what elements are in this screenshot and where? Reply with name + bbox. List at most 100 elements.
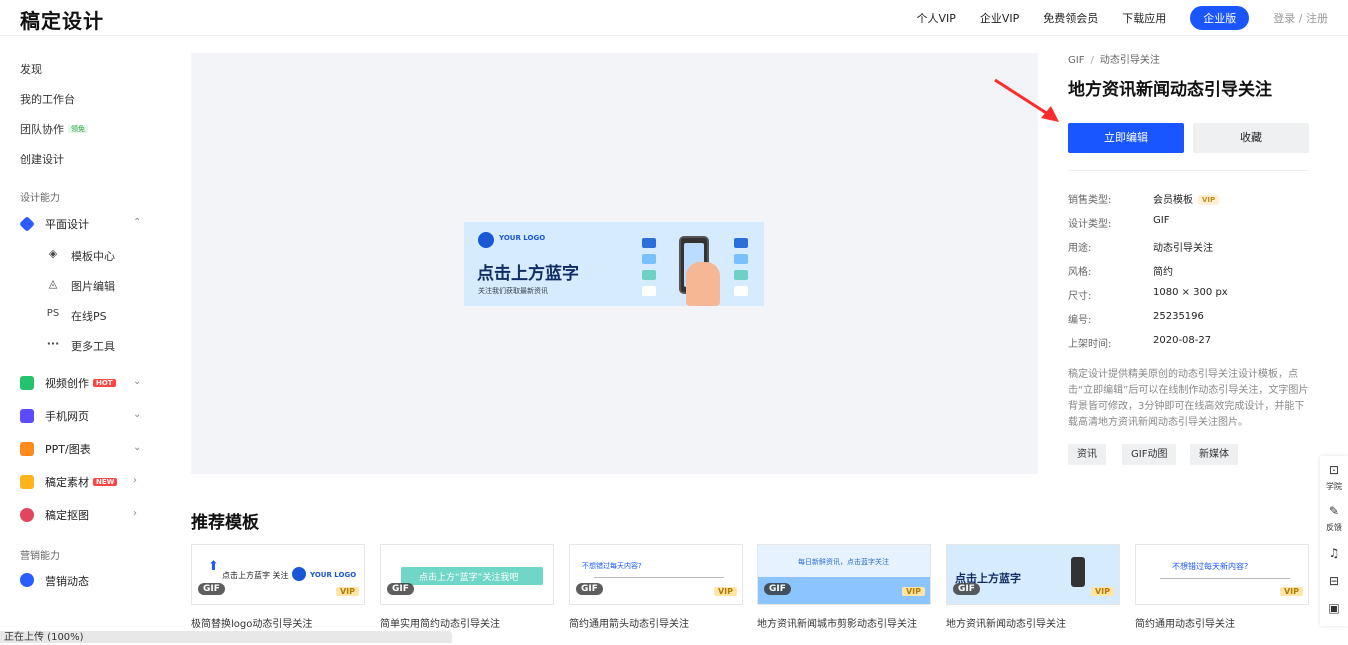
vip-badge: VIP [1198,195,1220,205]
template-card[interactable]: 不想错过每天新内容? VIP [1135,544,1309,605]
sidebar-sub-more-tools[interactable]: 更多工具 [71,338,115,354]
edit-icon[interactable]: ✎ [1320,504,1348,518]
card-caption[interactable]: 简约通用动态引导关注 [1135,615,1313,630]
template-card[interactable]: 点击上方“蓝字”关注我吧 GIF [380,544,554,605]
cloud-icon [734,286,748,296]
meta-value: 会员模板 VIP [1153,191,1220,206]
vip-badge: VIP [901,587,925,596]
meta-value: 简约 [1153,267,1173,278]
card-icon [642,270,656,280]
card-snippet: 点击上方蓝字 关注 [222,571,289,580]
chat-icon [642,254,656,264]
tag-gif[interactable]: GIF动图 [1122,444,1177,465]
banner-image: YOUR LOGO 点击上方蓝字 关注我们获取最新资讯 [464,222,764,306]
meta-value: GIF [1153,215,1170,226]
meta-key: 销售类型: [1068,195,1112,206]
card-snippet: 不想错过每天新内容? [1172,562,1249,571]
breadcrumb: GIF / 动态引导关注 [1068,55,1160,66]
banner-logo-text: YOUR LOGO [499,234,546,242]
nav-free-member[interactable]: 免费领会员 [1043,10,1098,26]
card-caption[interactable]: 简单实用简约动态引导关注 [380,615,558,630]
nav-enterprise-vip[interactable]: 企业VIP [980,10,1019,26]
gif-badge: GIF [764,583,791,595]
chevron-down-icon: ⌄ [133,442,142,453]
sidebar-sub-online-ps[interactable]: 在线PS [71,308,107,324]
card-caption[interactable]: 极简替换logo动态引导关注 [191,615,369,630]
meta-value: 2020-08-27 [1153,335,1212,346]
chat-icon[interactable]: ▣ [1320,601,1348,615]
meta-key: 上架时间: [1068,339,1112,350]
chevron-down-icon: ⌄ [133,376,142,387]
section-design: 设计能力 [20,193,60,204]
arrow-up-icon: ⬆ [208,559,219,574]
card-caption[interactable]: 地方资讯新闻城市剪影动态引导关注 [757,615,935,630]
recommend-title: 推荐模板 [191,513,259,533]
ps-icon: PS [46,308,60,319]
headset-icon[interactable]: ♫ [1320,546,1348,560]
vip-badge: VIP [335,587,359,596]
edit-now-button[interactable]: 立即编辑 [1068,123,1184,153]
folder-icon [20,475,34,489]
gif-badge: GIF [198,583,225,595]
gift-icon[interactable]: ⊟ [1320,574,1348,588]
chevron-down-icon: ⌄ [133,409,142,420]
favorite-button[interactable]: 收藏 [1193,123,1309,153]
banner-subtitle: 关注我们获取最新资讯 [478,287,548,295]
template-preview[interactable]: YOUR LOGO 点击上方蓝字 关注我们获取最新资讯 [191,53,1038,474]
school-icon[interactable]: ⊡ [1320,463,1348,477]
vip-badge: VIP [713,587,737,596]
chevron-right-icon: › [133,475,137,486]
top-nav: 个人VIP 企业VIP 免费领会员 下载应用 企业版 登录 / 注册 [892,6,1328,30]
card-caption[interactable]: 地方资讯新闻动态引导关注 [946,615,1124,630]
play-icon [734,238,748,248]
template-card[interactable]: ⬆ 点击上方蓝字 关注 YOUR LOGO GIF VIP [191,544,365,605]
ppt-icon [20,442,34,456]
floating-toolbar: ⊡ 学院 ✎ 反馈 ♫ ⊟ ▣ [1320,456,1348,626]
nav-download-app[interactable]: 下载应用 [1122,10,1166,26]
tag-news[interactable]: 资讯 [1068,444,1106,465]
sidebar-item-create[interactable]: 创建设计 [20,151,64,167]
sidebar-item-workbench[interactable]: 我的工作台 [20,91,75,107]
enterprise-button[interactable]: 企业版 [1190,6,1250,30]
breadcrumb-category[interactable]: 动态引导关注 [1100,55,1160,66]
login-register-link[interactable]: 登录 / 注册 [1273,10,1328,26]
meta-key: 设计类型: [1068,219,1112,230]
chevron-right-icon: › [133,508,137,519]
sidebar-item-label: 稿定素材 NEW [45,474,118,490]
breadcrumb-gif[interactable]: GIF [1068,55,1084,66]
card-icon [734,270,748,280]
sidebar-item-label: 手机网页 [45,410,89,423]
sidebar-sub-image-edit[interactable]: 图片编辑 [71,278,115,294]
feedback-label[interactable]: 反馈 [1320,522,1348,533]
meta-key: 用途: [1068,243,1092,254]
template-card[interactable]: 点击上方蓝字 GIF VIP [946,544,1120,605]
card-snippet: 每日新鲜资讯，点击蓝字关注 [798,558,889,566]
tag-new-media[interactable]: 新媒体 [1190,444,1238,465]
meta-key: 编号: [1068,315,1092,326]
learn-label[interactable]: 学院 [1320,481,1348,492]
video-icon [20,376,34,390]
card-line [1160,578,1290,579]
template-card[interactable]: 不想错过每天内容? GIF VIP [569,544,743,605]
card-caption[interactable]: 简约通用箭头动态引导关注 [569,615,747,630]
graphic-design-icon [19,216,35,232]
logo-circle-icon [292,567,306,581]
sidebar-item-discover[interactable]: 发现 [20,61,42,77]
chevron-up-icon: ⌃ [133,217,142,228]
sidebar-sub-template-center[interactable]: 模板中心 [71,248,115,264]
meta-key: 尺寸: [1068,291,1092,302]
sidebar-item-team[interactable]: 团队协作 领免 [20,121,88,137]
phone-illustration [1071,557,1085,587]
gif-badge: GIF [387,583,414,595]
cloud-icon [642,286,656,296]
nav-personal-vip[interactable]: 个人VIP [916,10,955,26]
card-line [594,577,724,578]
brand-logo[interactable]: 稿定设计 [20,5,104,34]
sidebar-item-label: 视频创作 HOT [45,375,116,391]
template-card[interactable]: 每日新鲜资讯，点击蓝字关注 GIF VIP [757,544,931,605]
meta-value: 1080 × 300 px [1153,287,1228,298]
sidebar-item-label: 平面设计 [45,218,89,231]
page-title: 地方资讯新闻动态引导关注 [1068,80,1272,100]
banner-title: 点击上方蓝字 [477,264,579,284]
card-logo-text: YOUR LOGO [310,571,357,579]
